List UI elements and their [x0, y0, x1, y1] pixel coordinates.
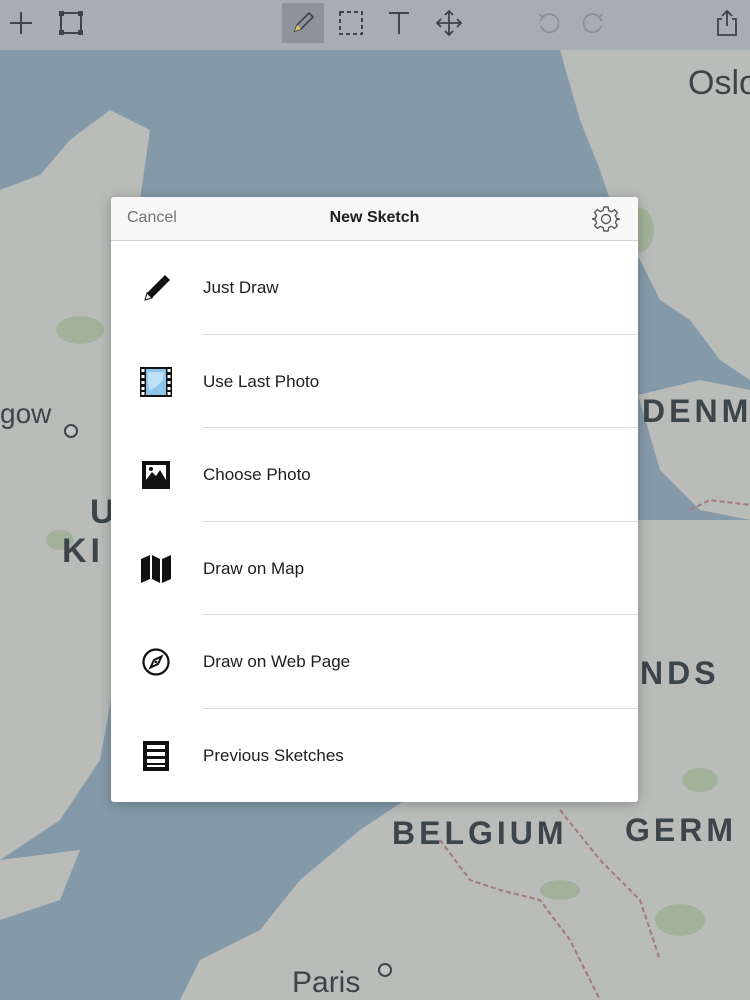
option-label: Previous Sketches: [203, 745, 344, 765]
pen-icon: [139, 271, 173, 305]
text-tool-button[interactable]: [378, 3, 420, 43]
text-icon: [389, 12, 409, 34]
sketch-options-list: Just Draw Use Last Photo Choose Photo Dr…: [111, 241, 638, 802]
film-photo-icon: [139, 365, 173, 399]
image-icon: [139, 458, 173, 492]
frame-button[interactable]: [50, 3, 92, 43]
option-just-draw[interactable]: Just Draw: [111, 241, 638, 335]
new-sketch-sheet: Cancel New Sketch Just Draw Use Last Pho…: [111, 197, 638, 802]
option-label: Draw on Map: [203, 558, 305, 578]
option-choose-photo[interactable]: Choose Photo: [111, 428, 638, 522]
sheet-header: Cancel New Sketch: [111, 197, 638, 241]
selection-tool-button[interactable]: [330, 3, 372, 43]
sheet-title: New Sketch: [329, 209, 420, 226]
option-label: Use Last Photo: [203, 371, 320, 391]
option-label: Just Draw: [203, 278, 279, 297]
option-use-last-photo[interactable]: Use Last Photo: [111, 335, 638, 429]
frame-icon: [59, 11, 83, 35]
compass-icon: [139, 645, 173, 679]
option-label: Choose Photo: [203, 465, 311, 485]
plus-icon: [10, 12, 32, 34]
share-button[interactable]: [706, 3, 748, 43]
share-icon: [717, 9, 737, 36]
redo-button[interactable]: [572, 3, 614, 43]
move-tool-button[interactable]: [428, 3, 470, 43]
add-button[interactable]: [0, 3, 42, 43]
selection-icon: [339, 11, 363, 35]
pencil-tool-button[interactable]: [282, 3, 324, 43]
option-draw-on-web-page[interactable]: Draw on Web Page: [111, 615, 638, 709]
option-draw-on-map[interactable]: Draw on Map: [111, 522, 638, 616]
gear-icon: [591, 206, 621, 232]
option-previous-sketches[interactable]: Previous Sketches: [111, 709, 638, 802]
redo-icon: [582, 13, 604, 34]
pencil-icon: [293, 11, 315, 33]
move-icon: [436, 10, 462, 36]
top-toolbar: [0, 0, 750, 50]
option-label: Draw on Web Page: [203, 652, 351, 672]
cabinet-icon: [139, 739, 173, 773]
undo-button[interactable]: [528, 3, 570, 43]
undo-icon: [538, 13, 560, 34]
settings-button[interactable]: [591, 205, 621, 233]
map-icon: [139, 552, 173, 586]
